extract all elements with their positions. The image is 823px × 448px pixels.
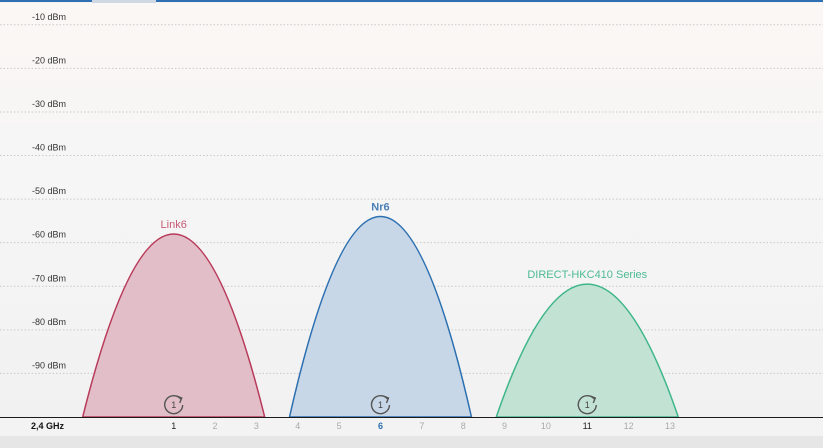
x-tick-label: 5 bbox=[337, 421, 342, 431]
x-tick-label: 8 bbox=[461, 421, 466, 431]
x-tick-label: 7 bbox=[419, 421, 424, 431]
x-tick-label: 3 bbox=[254, 421, 259, 431]
footer-strip bbox=[0, 436, 823, 448]
series-label: DIRECT-HKC410 Series bbox=[527, 269, 647, 281]
x-tick-label: 9 bbox=[502, 421, 507, 431]
y-tick-label: -80 dBm bbox=[32, 317, 66, 327]
x-tick-label: 11 bbox=[583, 421, 592, 431]
y-tick-label: -30 dBm bbox=[32, 99, 66, 109]
y-tick-label: -40 dBm bbox=[32, 143, 66, 153]
series-label: Nr6 bbox=[371, 202, 389, 214]
channel-area bbox=[495, 283, 680, 418]
x-tick-label: 4 bbox=[295, 421, 300, 431]
x-tick-label: 6 bbox=[378, 421, 383, 431]
channel-area bbox=[288, 216, 473, 418]
refresh-icon-label: 1 bbox=[171, 400, 176, 410]
x-tick-label: 2 bbox=[213, 421, 218, 431]
y-tick-label: -10 dBm bbox=[32, 12, 66, 22]
channel-signal-chart: Link6Nr6DIRECT-HKC410 Series 111 2,4 GHz… bbox=[0, 12, 823, 431]
refresh-icon-label: 1 bbox=[378, 400, 383, 410]
x-tick-label: 1 bbox=[171, 421, 176, 431]
x-tick-label: 10 bbox=[541, 421, 551, 431]
y-tick-label: -90 dBm bbox=[32, 360, 66, 370]
series-label: Link6 bbox=[161, 219, 187, 231]
x-tick-label: 13 bbox=[665, 421, 675, 431]
y-tick-label: -50 dBm bbox=[32, 186, 66, 196]
y-tick-label: -60 dBm bbox=[32, 230, 66, 240]
x-tick-label: 12 bbox=[624, 421, 634, 431]
y-tick-label: -20 dBm bbox=[32, 55, 66, 65]
band-label: 2,4 GHz bbox=[31, 421, 65, 431]
channel-area bbox=[81, 233, 266, 418]
y-tick-label: -70 dBm bbox=[32, 273, 66, 283]
refresh-icon-label: 1 bbox=[585, 400, 590, 410]
